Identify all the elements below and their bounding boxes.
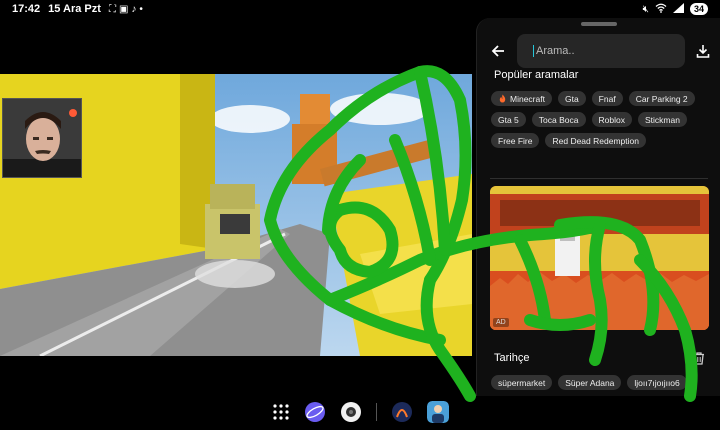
tiktok-icon: ♪ bbox=[131, 3, 137, 15]
search-input[interactable] bbox=[533, 45, 678, 57]
chip-label: Stickman bbox=[644, 114, 680, 125]
divider bbox=[490, 178, 708, 179]
mute-icon: 🔇︎ bbox=[642, 3, 649, 15]
history-title: Tarihçe bbox=[494, 352, 530, 364]
chip-label: Minecraft bbox=[510, 93, 545, 104]
back-button[interactable] bbox=[487, 40, 509, 62]
screen: 17:42 15 Ara Pzt ⛶ ▣ ♪ • 🔇︎ 34 Arama.. P… bbox=[0, 0, 720, 430]
notification-icons: ⛶ ▣ ♪ • bbox=[109, 4, 143, 15]
chip-red-dead-redemption[interactable]: Red Dead Redemption bbox=[545, 133, 646, 148]
chip-label: Toca Boca bbox=[538, 114, 579, 125]
apps-grid-icon[interactable] bbox=[272, 403, 290, 421]
chip-label: Gta 5 bbox=[498, 114, 519, 125]
history-label: süpermarket bbox=[498, 377, 546, 388]
camera-app-icon[interactable] bbox=[340, 401, 362, 423]
history-label: Süper Adana bbox=[565, 377, 615, 388]
battery-icon: 34 bbox=[689, 3, 708, 15]
popular-searches-title: Popüler aramalar bbox=[494, 69, 579, 81]
chip-label: Roblox bbox=[598, 114, 625, 125]
gallery-icon: ▣ bbox=[118, 3, 129, 15]
chip-gta[interactable]: Gta bbox=[557, 91, 586, 106]
history-chip[interactable]: Süper Adana bbox=[558, 375, 622, 390]
chip-label: Free Fire bbox=[498, 135, 533, 146]
status-left: 17:42 15 Ara Pzt ⛶ ▣ ♪ • bbox=[12, 3, 143, 15]
ad-image bbox=[490, 186, 709, 330]
chip-label: Red Dead Redemption bbox=[552, 135, 639, 146]
arrow-left-icon bbox=[491, 45, 504, 57]
facecam-image bbox=[2, 98, 82, 178]
navigation-bar bbox=[0, 396, 720, 430]
chip-minecraft[interactable]: Minecraft bbox=[491, 91, 552, 106]
chip-toca-boca[interactable]: Toca Boca bbox=[531, 112, 586, 127]
chip-label: Gta bbox=[564, 93, 579, 104]
dot-icon: • bbox=[139, 3, 143, 15]
chip-gta-5[interactable]: Gta 5 bbox=[491, 112, 526, 127]
ad-banner[interactable]: AD bbox=[490, 186, 709, 330]
fire-icon bbox=[499, 94, 506, 103]
chip-label: Car Parking 2 bbox=[635, 93, 688, 104]
browser-app-icon[interactable] bbox=[304, 401, 326, 423]
taskbar-dock bbox=[272, 401, 449, 423]
history-chip[interactable]: ljoıı7ıjoıjııo6 bbox=[627, 375, 687, 390]
chip-stickman[interactable]: Stickman bbox=[637, 112, 687, 127]
drag-handle[interactable] bbox=[581, 22, 617, 26]
ad-badge: AD bbox=[493, 318, 509, 327]
status-bar: 17:42 15 Ara Pzt ⛶ ▣ ♪ • 🔇︎ 34 bbox=[0, 0, 720, 18]
chip-fnaf[interactable]: Fnaf bbox=[591, 91, 623, 106]
search-panel: Popüler aramalar Minecraft Gta Fnaf Car … bbox=[476, 18, 720, 396]
wifi-icon bbox=[655, 3, 667, 16]
download-button[interactable] bbox=[693, 41, 713, 61]
chip-roblox[interactable]: Roblox bbox=[591, 112, 632, 127]
video-player[interactable] bbox=[0, 18, 472, 396]
chip-label: Fnaf bbox=[598, 93, 616, 104]
history-chip[interactable]: süpermarket bbox=[491, 375, 553, 390]
signal-icon bbox=[672, 2, 684, 16]
game-app-icon[interactable] bbox=[391, 401, 413, 423]
download-icon bbox=[696, 45, 710, 58]
screenshot-icon: ⛶ bbox=[108, 3, 116, 15]
dock-separator bbox=[376, 403, 377, 421]
chip-free-fire[interactable]: Free Fire bbox=[491, 133, 540, 148]
history-label: ljoıı7ıjoıjııo6 bbox=[634, 377, 680, 388]
profile-app-icon[interactable] bbox=[427, 401, 449, 423]
chip-car-parking-2[interactable]: Car Parking 2 bbox=[628, 91, 695, 106]
search-box[interactable] bbox=[517, 34, 685, 68]
status-date: 15 Ara Pzt bbox=[48, 3, 101, 15]
trash-icon[interactable] bbox=[692, 351, 706, 365]
search-row bbox=[487, 34, 715, 68]
popular-chips: Minecraft Gta Fnaf Car Parking 2 Gta 5 T… bbox=[491, 91, 713, 148]
status-right: 🔇︎ 34 bbox=[642, 2, 708, 16]
status-time: 17:42 bbox=[12, 3, 41, 15]
history-chips: süpermarket Süper Adana ljoıı7ıjoıjııo6 bbox=[491, 375, 687, 390]
